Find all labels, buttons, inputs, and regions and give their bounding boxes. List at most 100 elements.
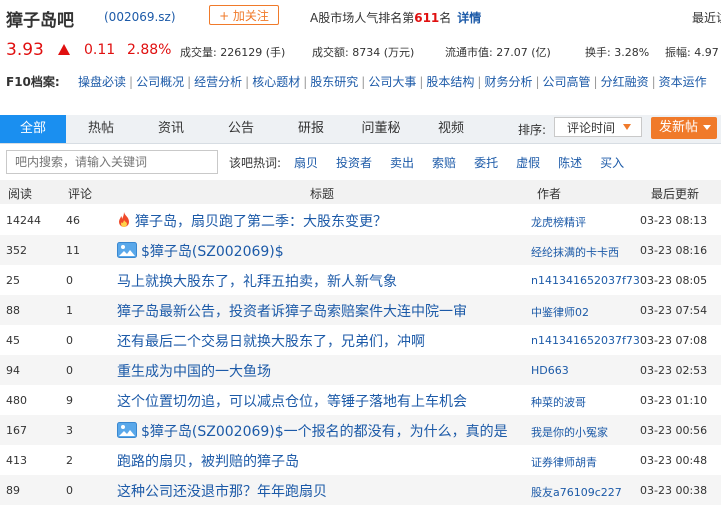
read-count: 45 xyxy=(6,334,20,347)
post-title-text: 这种公司还没退市那？年年跑扇贝 xyxy=(117,484,327,500)
post-author-link[interactable]: HD663 xyxy=(531,364,569,377)
separator: | xyxy=(129,75,134,89)
last-updated: 03-23 07:54 xyxy=(640,304,708,317)
read-count: 352 xyxy=(6,244,27,257)
comment-count: 0 xyxy=(66,274,73,287)
tab-reports[interactable]: 研报 xyxy=(276,115,346,143)
hot-word-link[interactable]: 卖出 xyxy=(390,156,414,170)
read-count: 25 xyxy=(6,274,20,287)
post-author-link[interactable]: 经纶抹满的卡卡西 xyxy=(531,244,619,260)
comment-count: 9 xyxy=(66,394,73,407)
post-title-link[interactable]: 跑路的扇贝，被判赔的獐子岛 xyxy=(117,451,299,471)
post-author-link[interactable]: 中鉴律师02 xyxy=(531,304,589,320)
read-count: 167 xyxy=(6,424,27,437)
post-title-link[interactable]: $獐子岛(SZ002069)$一个报名的都没有，为什么，真的是 xyxy=(117,421,508,442)
post-title-link[interactable]: 獐子岛最新公告，投资者诉獐子岛索赔案件大连中院一审 xyxy=(117,301,467,321)
up-arrow-icon xyxy=(58,44,70,55)
post-title-link[interactable]: 还有最后二个交易日就换大股东了，兄弟们，冲啊 xyxy=(117,331,425,351)
separator: | xyxy=(593,75,598,89)
header-read: 阅读 xyxy=(8,187,33,201)
post-author-link[interactable]: 种菜的波哥 xyxy=(531,394,586,410)
separator: | xyxy=(477,75,482,89)
separator: | xyxy=(245,75,250,89)
hot-word-link[interactable]: 虚假 xyxy=(516,156,540,170)
read-count: 89 xyxy=(6,484,20,497)
tab-hot[interactable]: 热帖 xyxy=(66,115,136,143)
hot-word-link[interactable]: 投资者 xyxy=(336,156,372,170)
tab-all[interactable]: 全部 xyxy=(0,115,66,143)
f10-link[interactable]: 资本运作 xyxy=(659,75,707,89)
hot-word-link[interactable]: 委托 xyxy=(474,156,498,170)
f10-link[interactable]: 核心题材 xyxy=(252,75,300,89)
price-change: 0.11 xyxy=(84,42,116,58)
post-title-link[interactable]: 这个位置切勿追，可以减点仓位，等锤子落地有上车机会 xyxy=(117,391,467,411)
post-author-link[interactable]: 股友a76109c227 xyxy=(531,484,622,500)
f10-link[interactable]: 公司高管 xyxy=(543,75,591,89)
last-updated: 03-23 00:38 xyxy=(640,484,708,497)
post-author-link[interactable]: 龙虎榜精评 xyxy=(531,214,586,230)
chevron-down-icon[interactable] xyxy=(623,124,631,130)
tab-news[interactable]: 资讯 xyxy=(136,115,206,143)
follow-button[interactable]: + 加关注 xyxy=(209,5,279,25)
post-title-text: 还有最后二个交易日就换大股东了，兄弟们，冲啊 xyxy=(117,334,425,350)
comment-count: 0 xyxy=(66,334,73,347)
f10-links: 操盘必读 | 公司概况 | 经营分析 | 核心题材 | 股东研究 | 公司大事 | 股本结构 | 财务分析 |… xyxy=(78,73,707,90)
post-title-link[interactable]: 重生成为中国的一大鱼场 xyxy=(117,361,271,381)
f10-link[interactable]: 财务分析 xyxy=(484,75,532,89)
stock-code[interactable]: (002069.sz) xyxy=(104,10,176,24)
post-title-link[interactable]: 马上就换大股东了，礼拜五拍卖，新人新气象 xyxy=(117,271,397,291)
popularity-rank: A股市场人气排名第611名 详情 xyxy=(310,9,481,26)
chevron-down-icon[interactable] xyxy=(703,125,711,130)
hot-word-link[interactable]: 扇贝 xyxy=(294,156,318,170)
stock-price: 3.93 xyxy=(6,40,44,60)
post-title-link[interactable]: $獐子岛(SZ002069)$ xyxy=(117,241,284,262)
post-author-link[interactable]: n141341652037f73 xyxy=(531,334,640,347)
f10-link[interactable]: 公司大事 xyxy=(368,75,416,89)
comment-count: 11 xyxy=(66,244,80,257)
hot-word-link[interactable]: 陈述 xyxy=(558,156,582,170)
tab-ask-secretary[interactable]: 问董秘 xyxy=(346,115,416,143)
image-icon xyxy=(117,242,137,262)
f10-link[interactable]: 股东研究 xyxy=(310,75,358,89)
separator: | xyxy=(535,75,540,89)
post-title-text: 獐子岛，扇贝跑了第二季：大股东变更？ xyxy=(135,214,387,230)
tab-video[interactable]: 视频 xyxy=(416,115,486,143)
turnover: 成交额: 8734 (万元) xyxy=(312,46,415,59)
hot-word-link[interactable]: 买入 xyxy=(600,156,624,170)
tab-announcements[interactable]: 公告 xyxy=(206,115,276,143)
amplitude: 振幅: 4.97 xyxy=(665,46,719,59)
price-change-percent: 2.88% xyxy=(127,42,172,58)
turnover-rate: 换手: 3.28% xyxy=(585,46,650,59)
f10-link[interactable]: 操盘必读 xyxy=(78,75,126,89)
last-updated: 03-23 08:16 xyxy=(640,244,708,257)
comment-count: 3 xyxy=(66,424,73,437)
comment-count: 2 xyxy=(66,454,73,467)
f10-link[interactable]: 公司概况 xyxy=(136,75,184,89)
f10-link[interactable]: 分红融资 xyxy=(601,75,649,89)
f10-link[interactable]: 股本结构 xyxy=(426,75,474,89)
read-count: 14244 xyxy=(6,214,41,227)
post-title-text: 重生成为中国的一大鱼场 xyxy=(117,364,271,380)
post-title-text: 这个位置切勿追，可以减点仓位，等锤子落地有上车机会 xyxy=(117,394,467,410)
rank-suffix: 名 xyxy=(439,11,452,25)
post-title-link[interactable]: 獐子岛，扇贝跑了第二季：大股东变更？ xyxy=(117,211,387,232)
hot-word-link[interactable]: 索赔 xyxy=(432,156,456,170)
last-updated: 03-23 00:56 xyxy=(640,424,708,437)
post-title-text: 跑路的扇贝，被判赔的獐子岛 xyxy=(117,454,299,470)
last-updated: 03-23 00:48 xyxy=(640,454,708,467)
comment-count: 46 xyxy=(66,214,80,227)
read-count: 480 xyxy=(6,394,27,407)
fire-icon xyxy=(117,212,131,232)
hot-words: 扇贝 投资者 卖出 索赔 委托 虚假 陈述 买入 xyxy=(294,154,642,171)
post-author-link[interactable]: 证券律师胡青 xyxy=(531,454,597,470)
recent-visits[interactable]: 最近访 xyxy=(692,9,721,26)
search-input[interactable] xyxy=(6,150,218,174)
post-title-link[interactable]: 这种公司还没退市那？年年跑扇贝 xyxy=(117,481,327,501)
separator: | xyxy=(651,75,656,89)
read-count: 88 xyxy=(6,304,20,317)
f10-link[interactable]: 经营分析 xyxy=(194,75,242,89)
post-author-link[interactable]: n141341652037f73 xyxy=(531,274,640,287)
rank-detail-link[interactable]: 详情 xyxy=(457,11,481,25)
separator: | xyxy=(303,75,308,89)
post-author-link[interactable]: 我是你的小冤家 xyxy=(531,424,608,440)
